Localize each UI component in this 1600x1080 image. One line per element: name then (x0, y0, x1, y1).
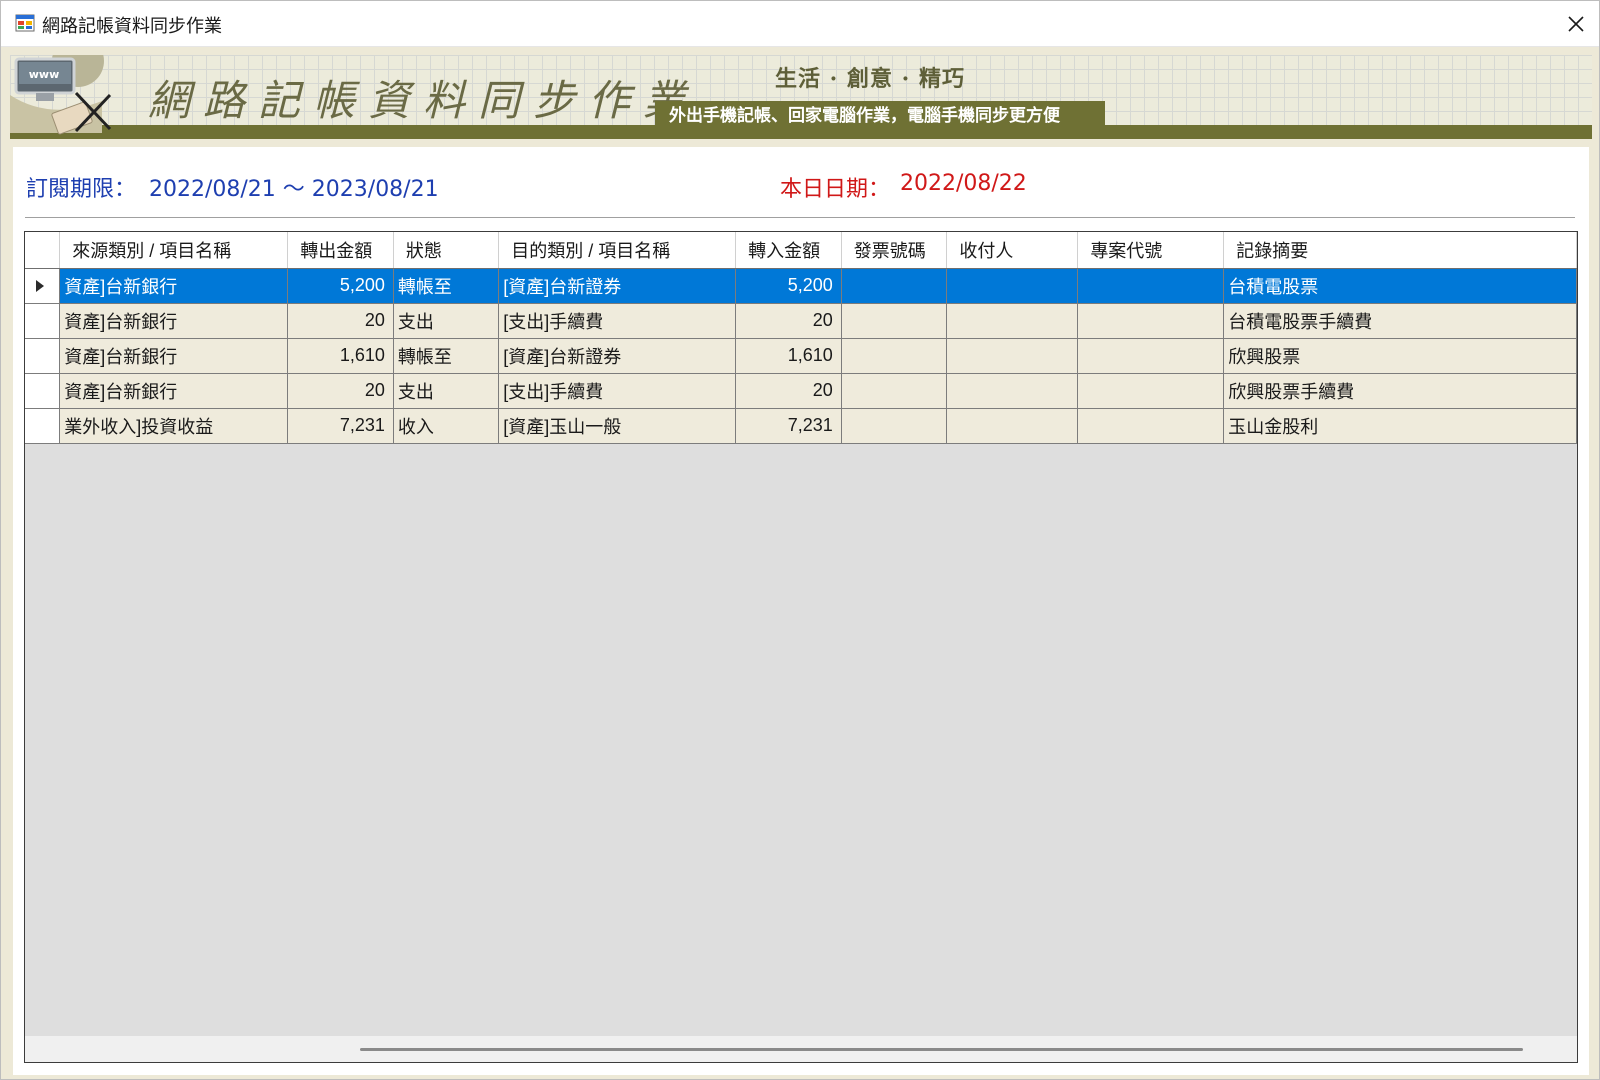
header-banner: www 網路記帳資料同步作業 生活 · 創意 · 精巧 外出手機記帳、回家電腦作… (10, 55, 1592, 139)
cell-out-amount[interactable]: 5,200 (287, 268, 394, 304)
cell-in-amount[interactable]: 20 (735, 373, 842, 409)
col-header-in-amount[interactable]: 轉入金額 (735, 232, 842, 269)
subscription-label: 訂閱期限： (26, 177, 137, 202)
horizontal-scrollbar[interactable] (25, 1036, 1577, 1062)
cell-target[interactable]: [資產]台新證券 (498, 338, 737, 374)
close-button[interactable] (1553, 1, 1599, 46)
cell-target[interactable]: [支出]手續費 (498, 373, 737, 409)
cell-source[interactable]: 資產]台新銀行 (59, 373, 289, 409)
banner-www-text: www (29, 68, 60, 81)
cell-invoice[interactable] (841, 373, 948, 409)
cell-invoice[interactable] (841, 268, 948, 304)
cell-out-amount[interactable]: 20 (287, 373, 394, 409)
row-header[interactable] (25, 338, 61, 374)
cell-in-amount[interactable]: 5,200 (735, 268, 842, 304)
cell-invoice[interactable] (841, 338, 948, 374)
close-icon (1568, 15, 1584, 32)
cell-in-amount[interactable]: 7,231 (735, 408, 842, 444)
cell-status[interactable]: 轉帳至 (393, 268, 500, 304)
cell-memo[interactable]: 欣興股票手續費 (1223, 373, 1577, 409)
cell-invoice[interactable] (841, 408, 948, 444)
table-row[interactable]: 資產]台新銀行 20 支出 [支出]手續費 20 台積電股票手續費 (25, 303, 1577, 339)
app-icon (15, 14, 35, 32)
cell-out-amount[interactable]: 1,610 (287, 338, 394, 374)
col-header-memo[interactable]: 記錄摘要 (1223, 232, 1577, 269)
table-row[interactable]: 業外收入]投資收益 7,231 收入 [資產]玉山一般 7,231 玉山金股利 (25, 408, 1577, 444)
cell-project[interactable] (1077, 338, 1225, 374)
subscription-range: 2022/08/21 ～ 2023/08/21 (149, 177, 439, 202)
records-grid[interactable]: 來源類別 / 項目名稱 轉出金額 狀態 目的類別 / 項目名稱 轉入金額 發票號… (24, 231, 1578, 1063)
divider (25, 217, 1575, 219)
cell-status[interactable]: 支出 (393, 303, 500, 339)
cell-status[interactable]: 轉帳至 (393, 338, 500, 374)
cell-source[interactable]: 業外收入]投資收益 (59, 408, 289, 444)
today-date: 2022/08/22 (900, 171, 1027, 196)
col-header-out-amount[interactable]: 轉出金額 (287, 232, 394, 269)
cell-project[interactable] (1077, 373, 1225, 409)
cell-status[interactable]: 收入 (393, 408, 500, 444)
header-row: 來源類別 / 項目名稱 轉出金額 狀態 目的類別 / 項目名稱 轉入金額 發票號… (25, 232, 1577, 269)
cell-payee[interactable] (946, 338, 1079, 374)
banner-motto: 生活 · 創意 · 精巧 (775, 66, 965, 92)
records-table: 來源類別 / 項目名稱 轉出金額 狀態 目的類別 / 項目名稱 轉入金額 發票號… (25, 232, 1577, 444)
table-row[interactable]: 資產]台新銀行 5,200 轉帳至 [資產]台新證券 5,200 台積電股票 (25, 268, 1577, 304)
row-header[interactable] (25, 268, 61, 304)
row-header[interactable] (25, 303, 61, 339)
cell-source[interactable]: 資產]台新銀行 (59, 303, 289, 339)
cell-payee[interactable] (946, 303, 1079, 339)
col-header-invoice[interactable]: 發票號碼 (841, 232, 948, 269)
title-bar[interactable]: 網路記帳資料同步作業 (1, 1, 1599, 47)
client-area: www 網路記帳資料同步作業 生活 · 創意 · 精巧 外出手機記帳、回家電腦作… (1, 47, 1599, 1079)
cell-memo[interactable]: 台積電股票 (1223, 268, 1577, 304)
banner-computer-illustration: www (10, 55, 112, 135)
cell-out-amount[interactable]: 20 (287, 303, 394, 339)
cell-in-amount[interactable]: 1,610 (735, 338, 842, 374)
cell-project[interactable] (1077, 303, 1225, 339)
col-header-status[interactable]: 狀態 (393, 232, 500, 269)
cell-memo[interactable]: 玉山金股利 (1223, 408, 1577, 444)
banner-title: 網路記帳資料同步作業 (148, 76, 699, 125)
col-header-payee[interactable]: 收付人 (946, 232, 1079, 269)
banner-slogan: 外出手機記帳、回家電腦作業，電腦手機同步更方便 (655, 101, 1105, 131)
col-header-target[interactable]: 目的類別 / 項目名稱 (498, 232, 737, 269)
cell-target[interactable]: [資產]玉山一般 (498, 408, 737, 444)
row-pointer-icon (36, 279, 44, 292)
cell-project[interactable] (1077, 408, 1225, 444)
table-row[interactable]: 資產]台新銀行 1,610 轉帳至 [資產]台新證券 1,610 欣興股票 (25, 338, 1577, 374)
content-panel: 訂閱期限： 2022/08/21 ～ 2023/08/21 本日日期： 2022… (13, 147, 1589, 1075)
col-header-source[interactable]: 來源類別 / 項目名稱 (59, 232, 289, 269)
window-title: 網路記帳資料同步作業 (42, 16, 222, 37)
cell-memo[interactable]: 台積電股票手續費 (1223, 303, 1577, 339)
cell-in-amount[interactable]: 20 (735, 303, 842, 339)
cell-target[interactable]: [資產]台新證券 (498, 268, 737, 304)
cell-payee[interactable] (946, 268, 1079, 304)
today-label: 本日日期： (780, 177, 891, 202)
cell-invoice[interactable] (841, 303, 948, 339)
cell-target[interactable]: [支出]手續費 (498, 303, 737, 339)
row-header[interactable] (25, 408, 61, 444)
table-row[interactable]: 資產]台新銀行 20 支出 [支出]手續費 20 欣興股票手續費 (25, 373, 1577, 409)
cell-project[interactable] (1077, 268, 1225, 304)
cell-payee[interactable] (946, 408, 1079, 444)
col-header-project[interactable]: 專案代號 (1077, 232, 1225, 269)
row-header-corner[interactable] (25, 232, 61, 269)
cell-out-amount[interactable]: 7,231 (287, 408, 394, 444)
app-window: 網路記帳資料同步作業 www 網路記帳資料同步作業 生活 · 創意 · 精巧 外… (0, 0, 1600, 1080)
cell-status[interactable]: 支出 (393, 373, 500, 409)
cell-source[interactable]: 資產]台新銀行 (59, 268, 289, 304)
cell-memo[interactable]: 欣興股票 (1223, 338, 1577, 374)
cell-payee[interactable] (946, 373, 1079, 409)
cell-source[interactable]: 資產]台新銀行 (59, 338, 289, 374)
row-header[interactable] (25, 373, 61, 409)
scrollbar-thumb[interactable] (360, 1048, 1523, 1051)
